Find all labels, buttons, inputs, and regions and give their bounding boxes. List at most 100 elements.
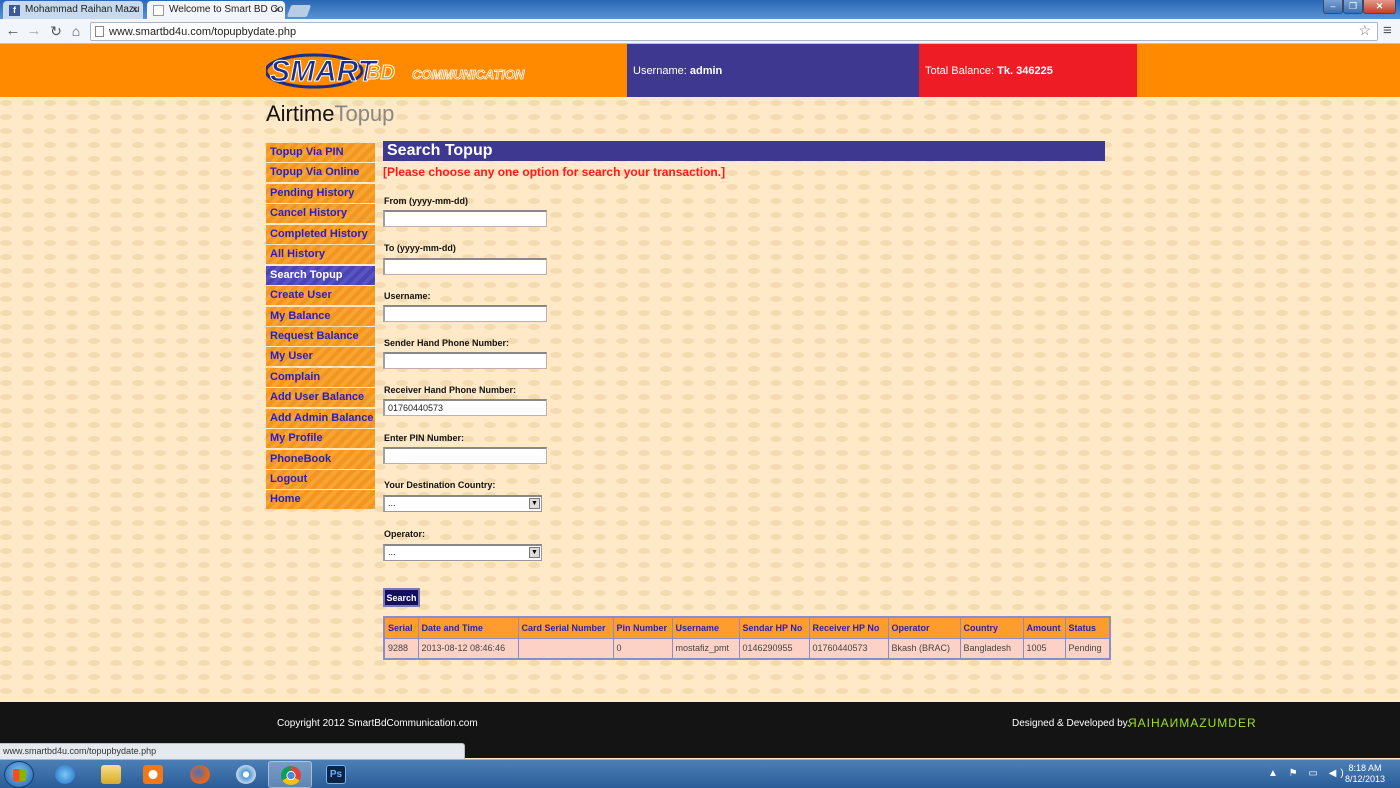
browser-status-url: www.smartbd4u.com/topupbydate.php (0, 743, 465, 759)
column-header: Serial (383, 616, 419, 639)
close-tab-icon[interactable]: × (132, 1, 138, 19)
close-window-button[interactable]: ✕ (1363, 0, 1396, 14)
sidebar-item-pending-history[interactable]: Pending History (266, 183, 375, 203)
operator-selected-value: ... (388, 547, 396, 557)
from-date-label: From (yyyy-mm-dd) (384, 196, 469, 206)
designer-name[interactable]: ЯAIHAИMAZUMDER (1128, 716, 1257, 730)
home-icon[interactable]: ⌂ (67, 22, 85, 40)
bookmark-star-icon[interactable]: ☆ (1358, 22, 1371, 39)
svg-text:SMART: SMART (270, 55, 379, 88)
safari-icon[interactable] (224, 761, 268, 788)
sidebar-item-complain[interactable]: Complain (266, 367, 375, 387)
column-header: Operator (887, 616, 961, 639)
photoshop-icon[interactable]: Ps (314, 761, 358, 788)
tab-facebook[interactable]: f Mohammad Raihan Mazu × (3, 1, 143, 19)
column-header: Country (959, 616, 1024, 639)
url-text: www.smartbd4u.com/topupbydate.php (109, 26, 297, 38)
sidebar-item-phonebook[interactable]: PhoneBook (266, 449, 375, 469)
close-tab-icon[interactable]: × (274, 1, 280, 19)
cell-sender-hp: 0146290955 (738, 637, 810, 660)
sidebar-item-my-balance[interactable]: My Balance (266, 306, 375, 326)
browser-tab-strip: f Mohammad Raihan Mazu × Welcome to Smar… (0, 0, 1400, 19)
sidebar-item-search-topup[interactable]: Search Topup (266, 265, 375, 285)
cell-status: Pending (1064, 637, 1111, 660)
new-tab-button[interactable] (286, 5, 312, 17)
tab-title: Welcome to Smart BD Co (169, 4, 284, 15)
search-hint: [Please choose any one option for search… (383, 165, 726, 179)
search-button[interactable]: Search (383, 588, 420, 607)
sidebar-item-my-profile[interactable]: My Profile (266, 429, 375, 449)
dropdown-arrow-icon[interactable]: ▼ (529, 547, 540, 558)
destination-country-select[interactable]: ... ▼ (383, 495, 542, 512)
sidebar-item-my-user[interactable]: My User (266, 347, 375, 367)
dropdown-arrow-icon[interactable]: ▼ (529, 498, 540, 509)
sidebar-item-topup-via-pin[interactable]: Topup Via PIN (266, 143, 375, 162)
clock-date: 8/12/2013 (1344, 774, 1386, 784)
sidebar-item-create-user[interactable]: Create User (266, 286, 375, 306)
operator-select[interactable]: ... ▼ (383, 544, 542, 561)
column-header: Card Serial Number (517, 616, 614, 639)
system-tray-icons[interactable]: ▲ ⚑ ▭ ◀) (1268, 768, 1348, 779)
windows-logo-icon (13, 769, 26, 781)
column-header: Amount (1022, 616, 1066, 639)
minimize-button[interactable]: – (1323, 0, 1343, 14)
table-row: 9288 2013-08-12 08:46:46 0 mostafiz_pmt … (383, 637, 1111, 660)
sidebar-item-add-admin-balance[interactable]: Add Admin Balance (266, 408, 375, 428)
sidebar-item-cancel-history[interactable]: Cancel History (266, 204, 375, 224)
copyright-text: Copyright 2012 SmartBdCommunication.com (277, 718, 478, 729)
cell-pin-number: 0 (612, 637, 673, 660)
cell-serial: 9288 (383, 637, 419, 660)
browser-toolbar: ← → ↻ ⌂ www.smartbd4u.com/topupbydate.ph… (0, 19, 1400, 44)
cell-amount: 1005 (1022, 637, 1066, 660)
from-date-input[interactable] (383, 210, 547, 227)
column-header: Date and Time (417, 616, 519, 639)
menu-icon[interactable]: ≡ (1383, 22, 1392, 39)
column-header: Status (1064, 616, 1111, 639)
sidebar-item-request-balance[interactable]: Request Balance (266, 326, 375, 346)
column-header: Sendar HP No (738, 616, 810, 639)
pin-number-input[interactable] (383, 447, 547, 464)
cell-operator: Bkash (BRAC) (887, 637, 961, 660)
smart-bd-logo[interactable]: SMART BD COMMUNICATION (266, 51, 536, 91)
balance-label: Total Balance: (925, 65, 995, 77)
tab-smartbd[interactable]: Welcome to Smart BD Co × (147, 1, 285, 19)
maximize-button[interactable]: ❐ (1343, 0, 1363, 14)
back-arrow-icon[interactable]: ← (4, 22, 22, 40)
sidebar-item-home[interactable]: Home (266, 490, 375, 510)
media-player-icon[interactable] (131, 761, 175, 788)
clock-time: 8:18 AM (1348, 763, 1382, 773)
firefox-icon[interactable] (178, 761, 222, 788)
page-title-light: Topup (334, 101, 395, 126)
column-header: Pin Number (612, 616, 673, 639)
username-field-label: Username: (384, 291, 431, 301)
table-header-row: Serial Date and Time Card Serial Number … (383, 616, 1111, 639)
chrome-icon[interactable] (268, 761, 312, 788)
column-header: Receiver HP No (808, 616, 889, 639)
facebook-icon: f (9, 5, 20, 16)
username-panel: Username: admin (627, 44, 919, 97)
internet-explorer-icon[interactable] (43, 761, 87, 788)
tab-title: Mohammad Raihan Mazu (25, 4, 140, 15)
sidebar-item-all-history[interactable]: All History (266, 245, 375, 265)
reload-icon[interactable]: ↻ (47, 22, 65, 40)
receiver-phone-input[interactable] (383, 399, 547, 416)
operator-label: Operator: (384, 529, 426, 539)
username-input[interactable] (383, 305, 547, 322)
taskbar-clock[interactable]: 8:18 AM 8/12/2013 (1340, 763, 1390, 785)
sidebar-item-completed-history[interactable]: Completed History (266, 224, 375, 244)
section-title: Search Topup (383, 141, 1105, 161)
file-explorer-icon[interactable] (89, 761, 133, 788)
cell-username: mostafiz_pmt (671, 637, 740, 660)
windows-taskbar: Ps ▲ ⚑ ▭ ◀) 8:18 AM 8/12/2013 (0, 759, 1400, 788)
sidebar-item-add-user-balance[interactable]: Add User Balance (266, 388, 375, 408)
sidebar-item-logout[interactable]: Logout (266, 470, 375, 489)
balance-value: Tk. 346225 (997, 65, 1053, 77)
results-table: Serial Date and Time Card Serial Number … (383, 616, 1111, 660)
forward-arrow-icon[interactable]: → (25, 22, 43, 40)
address-bar[interactable]: www.smartbd4u.com/topupbydate.php ☆ (90, 22, 1378, 41)
to-date-input[interactable] (383, 258, 547, 275)
sidebar-item-topup-via-online[interactable]: Topup Via Online (266, 163, 375, 183)
sender-phone-input[interactable] (383, 352, 547, 369)
start-button[interactable] (4, 761, 34, 788)
balance-panel: Total Balance: Tk. 346225 (919, 44, 1137, 97)
